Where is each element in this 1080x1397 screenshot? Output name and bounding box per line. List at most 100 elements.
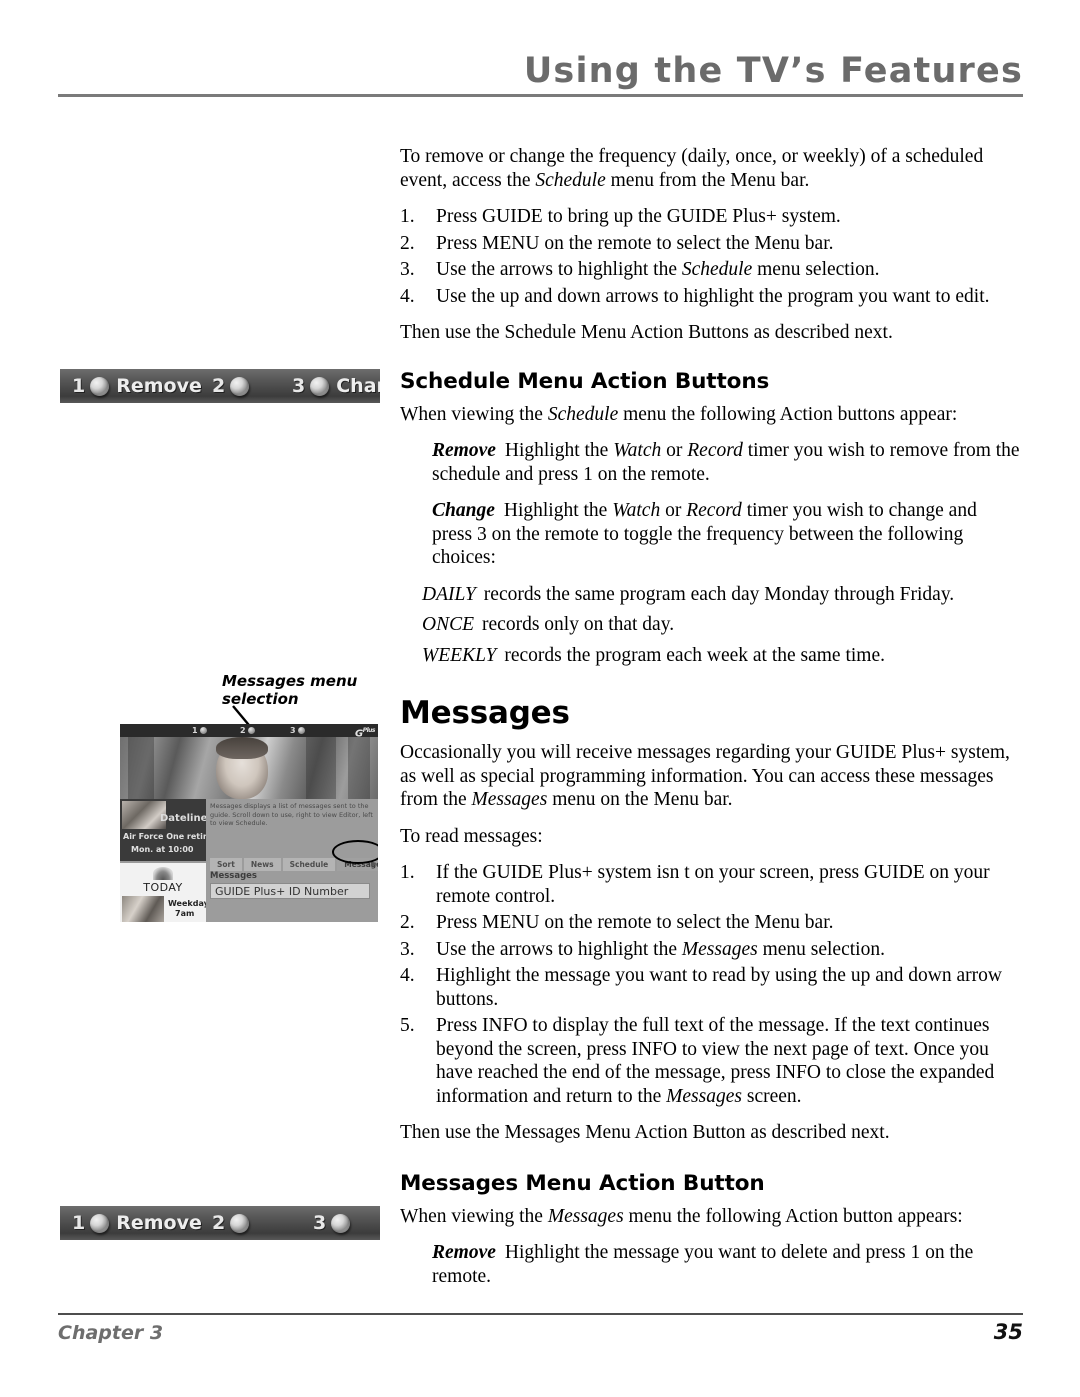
schedule-section-heading: Schedule Menu Action Buttons (400, 368, 770, 394)
tv-top-action-bar: 1 2 3 GPlus (120, 724, 378, 739)
promo-line-1: Weekdays (168, 899, 206, 908)
change-text-a: Highlight the (503, 500, 613, 521)
background-building (306, 737, 336, 799)
button-dot-icon (199, 727, 207, 734)
tv-action-number: 1 (192, 726, 198, 735)
frequency-choice-weekly: WEEKLY records the program each week at t… (400, 644, 1020, 668)
choice-text: records only on that day. (482, 614, 675, 635)
remove-button-description: Remove Highlight the Watch or Record time… (400, 439, 1020, 486)
list-item: 2. Press MENU on the remote to select the… (400, 232, 1020, 256)
tv-menu-item-schedule[interactable]: Schedule (282, 858, 336, 871)
action-number: 2 (212, 1212, 226, 1234)
step-text: Use the up and down arrows to highlight … (436, 285, 990, 307)
tv-action-2: 2 (240, 726, 255, 735)
change-text-mid: or (660, 500, 687, 521)
mb-remove-text: Highlight the message you want to delete… (432, 1242, 974, 1287)
step-number: 1. (400, 862, 415, 883)
tv-message-row[interactable]: GUIDE Plus+ ID Number (210, 883, 370, 899)
step-text-tail: menu selection. (752, 259, 880, 280)
remove-emphasis-record: Record (687, 440, 743, 461)
action-slot-1: 1 Remove (72, 1206, 202, 1240)
promo-title: Dateline (160, 813, 206, 824)
background-building (128, 737, 154, 799)
tv-action-1: 1 (192, 726, 207, 735)
action-slot-2: 2 (212, 1206, 256, 1240)
step-number: 4. (400, 965, 415, 986)
schedule-intro-a: When viewing the (400, 403, 548, 425)
step-number: 4. (400, 285, 415, 307)
mb-intro-b: menu the following Action button appears… (623, 1205, 963, 1227)
list-item: 2. Press MENU on the remote to select the… (400, 911, 1020, 935)
remove-text-a: Highlight the (504, 440, 614, 461)
step-emphasis: Messages (666, 1085, 742, 1107)
list-item: 1. If the GUIDE Plus+ system isn t on you… (400, 861, 1020, 908)
caption-line-1: Messages menu (222, 672, 358, 690)
step-text: Press MENU on the remote to select the M… (436, 232, 834, 254)
action-slot-2: 2 (212, 369, 256, 403)
mb-intro-emphasis: Messages (547, 1205, 624, 1227)
background-building (348, 737, 370, 799)
action-label: Change (336, 375, 380, 397)
schedule-intro-b: menu the following Action buttons appear… (618, 403, 958, 425)
tv-description-text: Messages displays a list of messages sen… (210, 802, 373, 827)
change-button-description: Change Highlight the Watch or Record time… (400, 499, 1020, 570)
list-item: 5. Press INFO to display the full text of… (400, 1014, 1020, 1108)
remove-emphasis-watch: Watch (613, 440, 662, 461)
footer-divider (58, 1313, 1023, 1315)
button-dot-icon (331, 1213, 351, 1233)
messages-paragraph: Occasionally you will receive messages r… (400, 741, 1020, 812)
tv-promo-column: Dateline Air Force One retires Mon. at 1… (120, 799, 206, 922)
messages-lead-in: To read messages: (400, 825, 543, 847)
messages-closing: Then use the Messages Menu Action Button… (400, 1122, 890, 1143)
button-dot-icon (90, 376, 110, 396)
promo-line-2: 7am (175, 909, 195, 918)
tv-menu-item-news[interactable]: News (243, 858, 281, 871)
schedule-action-bar-figure: 1 Remove 2 3 Change (60, 369, 380, 403)
change-emphasis-watch: Watch (612, 500, 661, 521)
tv-screen-figure: 1 2 3 GPlus Dateline Air Force One retir… (120, 724, 378, 922)
button-dot-icon (310, 376, 330, 396)
step-number: 1. (400, 206, 415, 227)
action-number: 3 (313, 1212, 327, 1234)
messages-buttons-intro: When viewing the Messages menu the follo… (400, 1205, 1020, 1229)
page-header: Using the TV’s Features (58, 50, 1023, 100)
button-dot-icon (90, 1213, 110, 1233)
promo-line-2: Mon. at 10:00 (131, 845, 194, 854)
tv-menu-item-sort[interactable]: Sort (210, 858, 242, 871)
step-text-tail: screen. (741, 1085, 802, 1107)
schedule-intro-emphasis: Schedule (547, 403, 619, 425)
mb-remove-label: Remove (432, 1242, 496, 1263)
choice-text: records the same program each day Monday… (483, 583, 955, 605)
messages-text-b: menu on the Menu bar. (547, 789, 733, 810)
frequency-choice-once: ONCE records only on that day. (400, 613, 1020, 637)
tv-messages-label: Messages (210, 871, 257, 881)
choice-keyword: ONCE (422, 614, 475, 635)
step-text: Use the arrows to highlight the (436, 938, 682, 960)
header-divider (58, 94, 1023, 97)
mb-intro-a: When viewing the (400, 1205, 548, 1227)
step-emphasis: Schedule (681, 259, 753, 280)
messages-heading: Messages (400, 695, 570, 731)
choice-text: records the program each week at the sam… (504, 644, 885, 666)
intro-emphasis: Schedule (535, 169, 606, 191)
step-text: Press GUIDE to bring up the GUIDE Plus+ … (436, 206, 841, 227)
step-number: 2. (400, 912, 415, 933)
button-dot-icon (297, 727, 305, 734)
step-text: Press MENU on the remote to select the M… (436, 912, 834, 933)
schedule-intro: When viewing the Schedule menu the follo… (400, 403, 1020, 427)
list-item: 4. Use the up and down arrows to highligh… (400, 285, 1020, 309)
main-text-column: To remove or change the frequency (daily… (400, 145, 1020, 1301)
highlight-ellipse-annotation (332, 840, 378, 864)
footer-chapter: Chapter 3 (58, 1322, 164, 1344)
messages-buttons-heading: Messages Menu Action Button (400, 1170, 765, 1196)
promo-panel-today: TODAY Weekdays 7am (120, 863, 206, 922)
button-dot-icon (230, 1213, 250, 1233)
messages-action-bar-figure: 1 Remove 2 3 (60, 1206, 380, 1240)
footer-page-number: 35 (993, 1320, 1023, 1344)
action-label: Remove (116, 1212, 202, 1234)
intro-closing: Then use the Schedule Menu Action Button… (400, 322, 893, 343)
change-emphasis-record: Record (686, 500, 742, 521)
messages-steps-list: 1. If the GUIDE Plus+ system isn t on you… (400, 861, 1020, 1108)
page-title: Using the TV’s Features (523, 51, 1023, 91)
step-text: If the GUIDE Plus+ system isn t on your … (436, 862, 990, 907)
